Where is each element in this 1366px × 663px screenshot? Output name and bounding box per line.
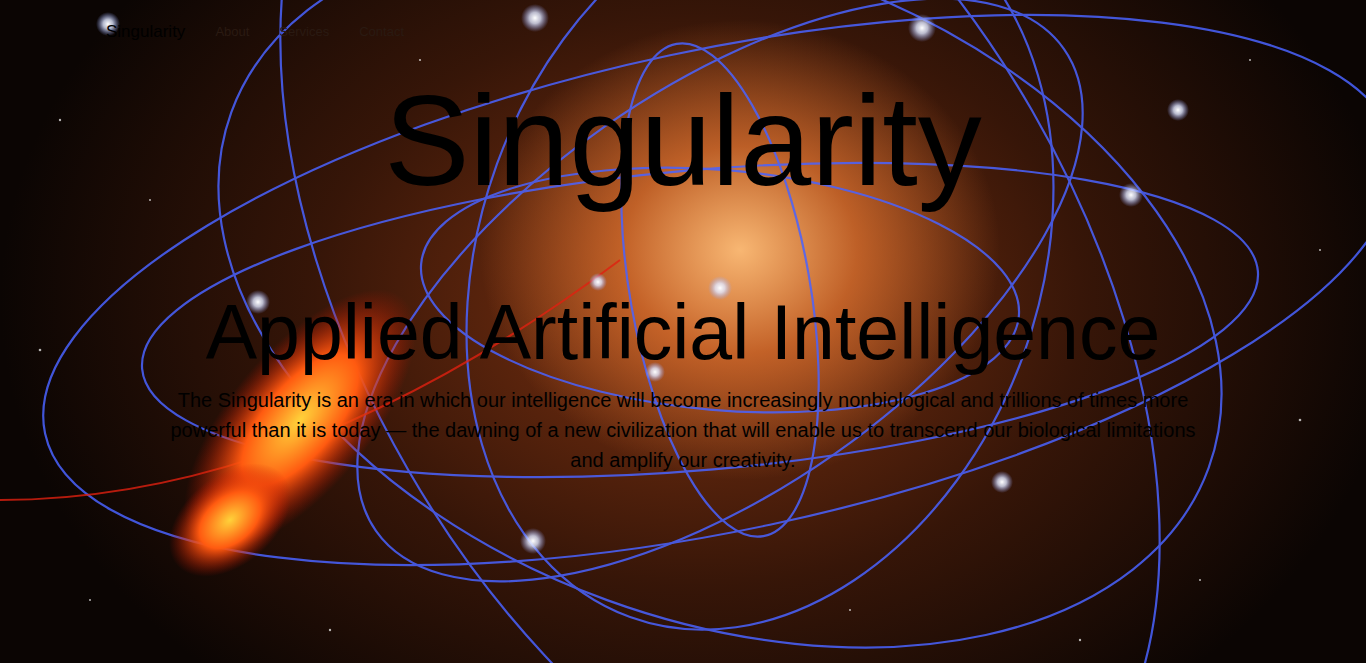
nav-link[interactable]: Services [279,22,329,42]
hero-text: The Singularity is an era in which our i… [163,385,1203,475]
top-navbar: Singularity About Services Contact [0,0,1366,64]
hero-subtitle: Applied Artificial Intelligence [0,290,1366,375]
nav-link[interactable]: Contact [359,22,404,42]
nav-links: About Services Contact [215,22,404,42]
nav-link[interactable]: About [215,22,249,42]
brand-link[interactable]: Singularity [106,19,185,45]
hero: Singularity Applied Artificial Intellige… [0,70,1366,475]
hero-title: Singularity [0,70,1366,211]
